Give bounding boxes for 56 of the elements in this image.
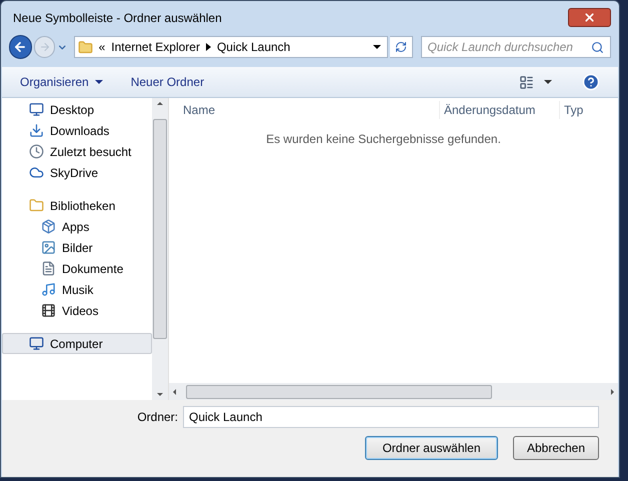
column-header[interactable]: Name bbox=[169, 101, 439, 119]
column-header[interactable]: Typ bbox=[559, 101, 584, 119]
forward-arrow-icon bbox=[38, 41, 51, 53]
dialog-button[interactable]: Ordner auswählen bbox=[365, 436, 498, 460]
view-options-icon[interactable] bbox=[519, 74, 534, 90]
new-folder-button[interactable]: Neuer Ordner bbox=[130, 73, 204, 91]
sidebar-item[interactable]: Videos bbox=[2, 300, 152, 321]
search-field[interactable]: Quick Launch durchsuchen bbox=[420, 36, 612, 58]
sidebar-item[interactable]: Musik bbox=[2, 279, 152, 300]
folder-name-field[interactable]: Quick Launch bbox=[183, 406, 599, 428]
download-folder-icon bbox=[29, 123, 44, 138]
close-button[interactable] bbox=[568, 8, 611, 27]
refresh-button[interactable] bbox=[390, 36, 413, 58]
picture-icon bbox=[41, 240, 56, 255]
cloud-icon bbox=[29, 165, 44, 180]
organize-menu-button[interactable]: Organisieren bbox=[20, 73, 103, 91]
folder-label: Ordner: bbox=[137, 409, 178, 426]
help-icon[interactable] bbox=[582, 73, 600, 91]
document-icon bbox=[41, 261, 56, 276]
sidebar-item[interactable]: SkyDrive bbox=[2, 162, 152, 183]
scrollbar-thumb[interactable] bbox=[186, 384, 492, 398]
breadcrumb[interactable]: Quick Launch bbox=[216, 38, 290, 56]
folder-icon bbox=[78, 40, 93, 54]
dialog-button[interactable]: Abbrechen bbox=[513, 436, 599, 460]
window-title: Neue Symbolleiste - Ordner auswählen bbox=[12, 10, 222, 26]
sidebar-item[interactable]: Dokumente bbox=[2, 258, 152, 279]
view-caret-icon[interactable] bbox=[544, 80, 552, 84]
sidebar-item[interactable]: Desktop bbox=[2, 99, 152, 120]
search-icon bbox=[591, 40, 604, 54]
music-note-icon bbox=[41, 282, 56, 297]
clock-icon bbox=[29, 144, 44, 159]
close-icon bbox=[583, 11, 596, 24]
sidebar-item[interactable]: Zuletzt besucht bbox=[2, 141, 152, 162]
breadcrumb[interactable]: Internet Explorer bbox=[111, 38, 200, 56]
dropdown-arrow-icon[interactable] bbox=[372, 45, 381, 49]
vertical-scrollbar[interactable] bbox=[152, 98, 168, 400]
package-icon bbox=[41, 219, 56, 234]
back-button[interactable] bbox=[9, 35, 32, 59]
overflow-chevrons[interactable]: « bbox=[98, 38, 106, 56]
column-header[interactable]: Änderungsdatum bbox=[439, 101, 559, 119]
sidebar-item[interactable]: Downloads bbox=[2, 120, 152, 141]
breadcrumb-separator-icon[interactable] bbox=[206, 43, 211, 51]
sidebar-item[interactable]: Apps bbox=[2, 216, 152, 237]
folder-icon bbox=[29, 198, 44, 213]
address-bar[interactable]: « Internet Explorer Quick Launch bbox=[74, 36, 388, 58]
sidebar-item[interactable]: Computer bbox=[2, 333, 152, 354]
film-icon bbox=[41, 303, 56, 318]
monitor-icon bbox=[29, 102, 44, 117]
caret-icon bbox=[94, 80, 103, 84]
computer-icon bbox=[29, 336, 44, 351]
horizontal-scrollbar[interactable] bbox=[169, 383, 618, 400]
refresh-icon bbox=[394, 41, 407, 53]
sidebar-item[interactable]: Bilder bbox=[2, 237, 152, 258]
scrollbar-thumb[interactable] bbox=[153, 119, 167, 339]
sidebar-item[interactable]: Bibliotheken bbox=[2, 195, 152, 216]
empty-message: Es wurden keine Suchergebnisse gefunden. bbox=[266, 131, 501, 148]
